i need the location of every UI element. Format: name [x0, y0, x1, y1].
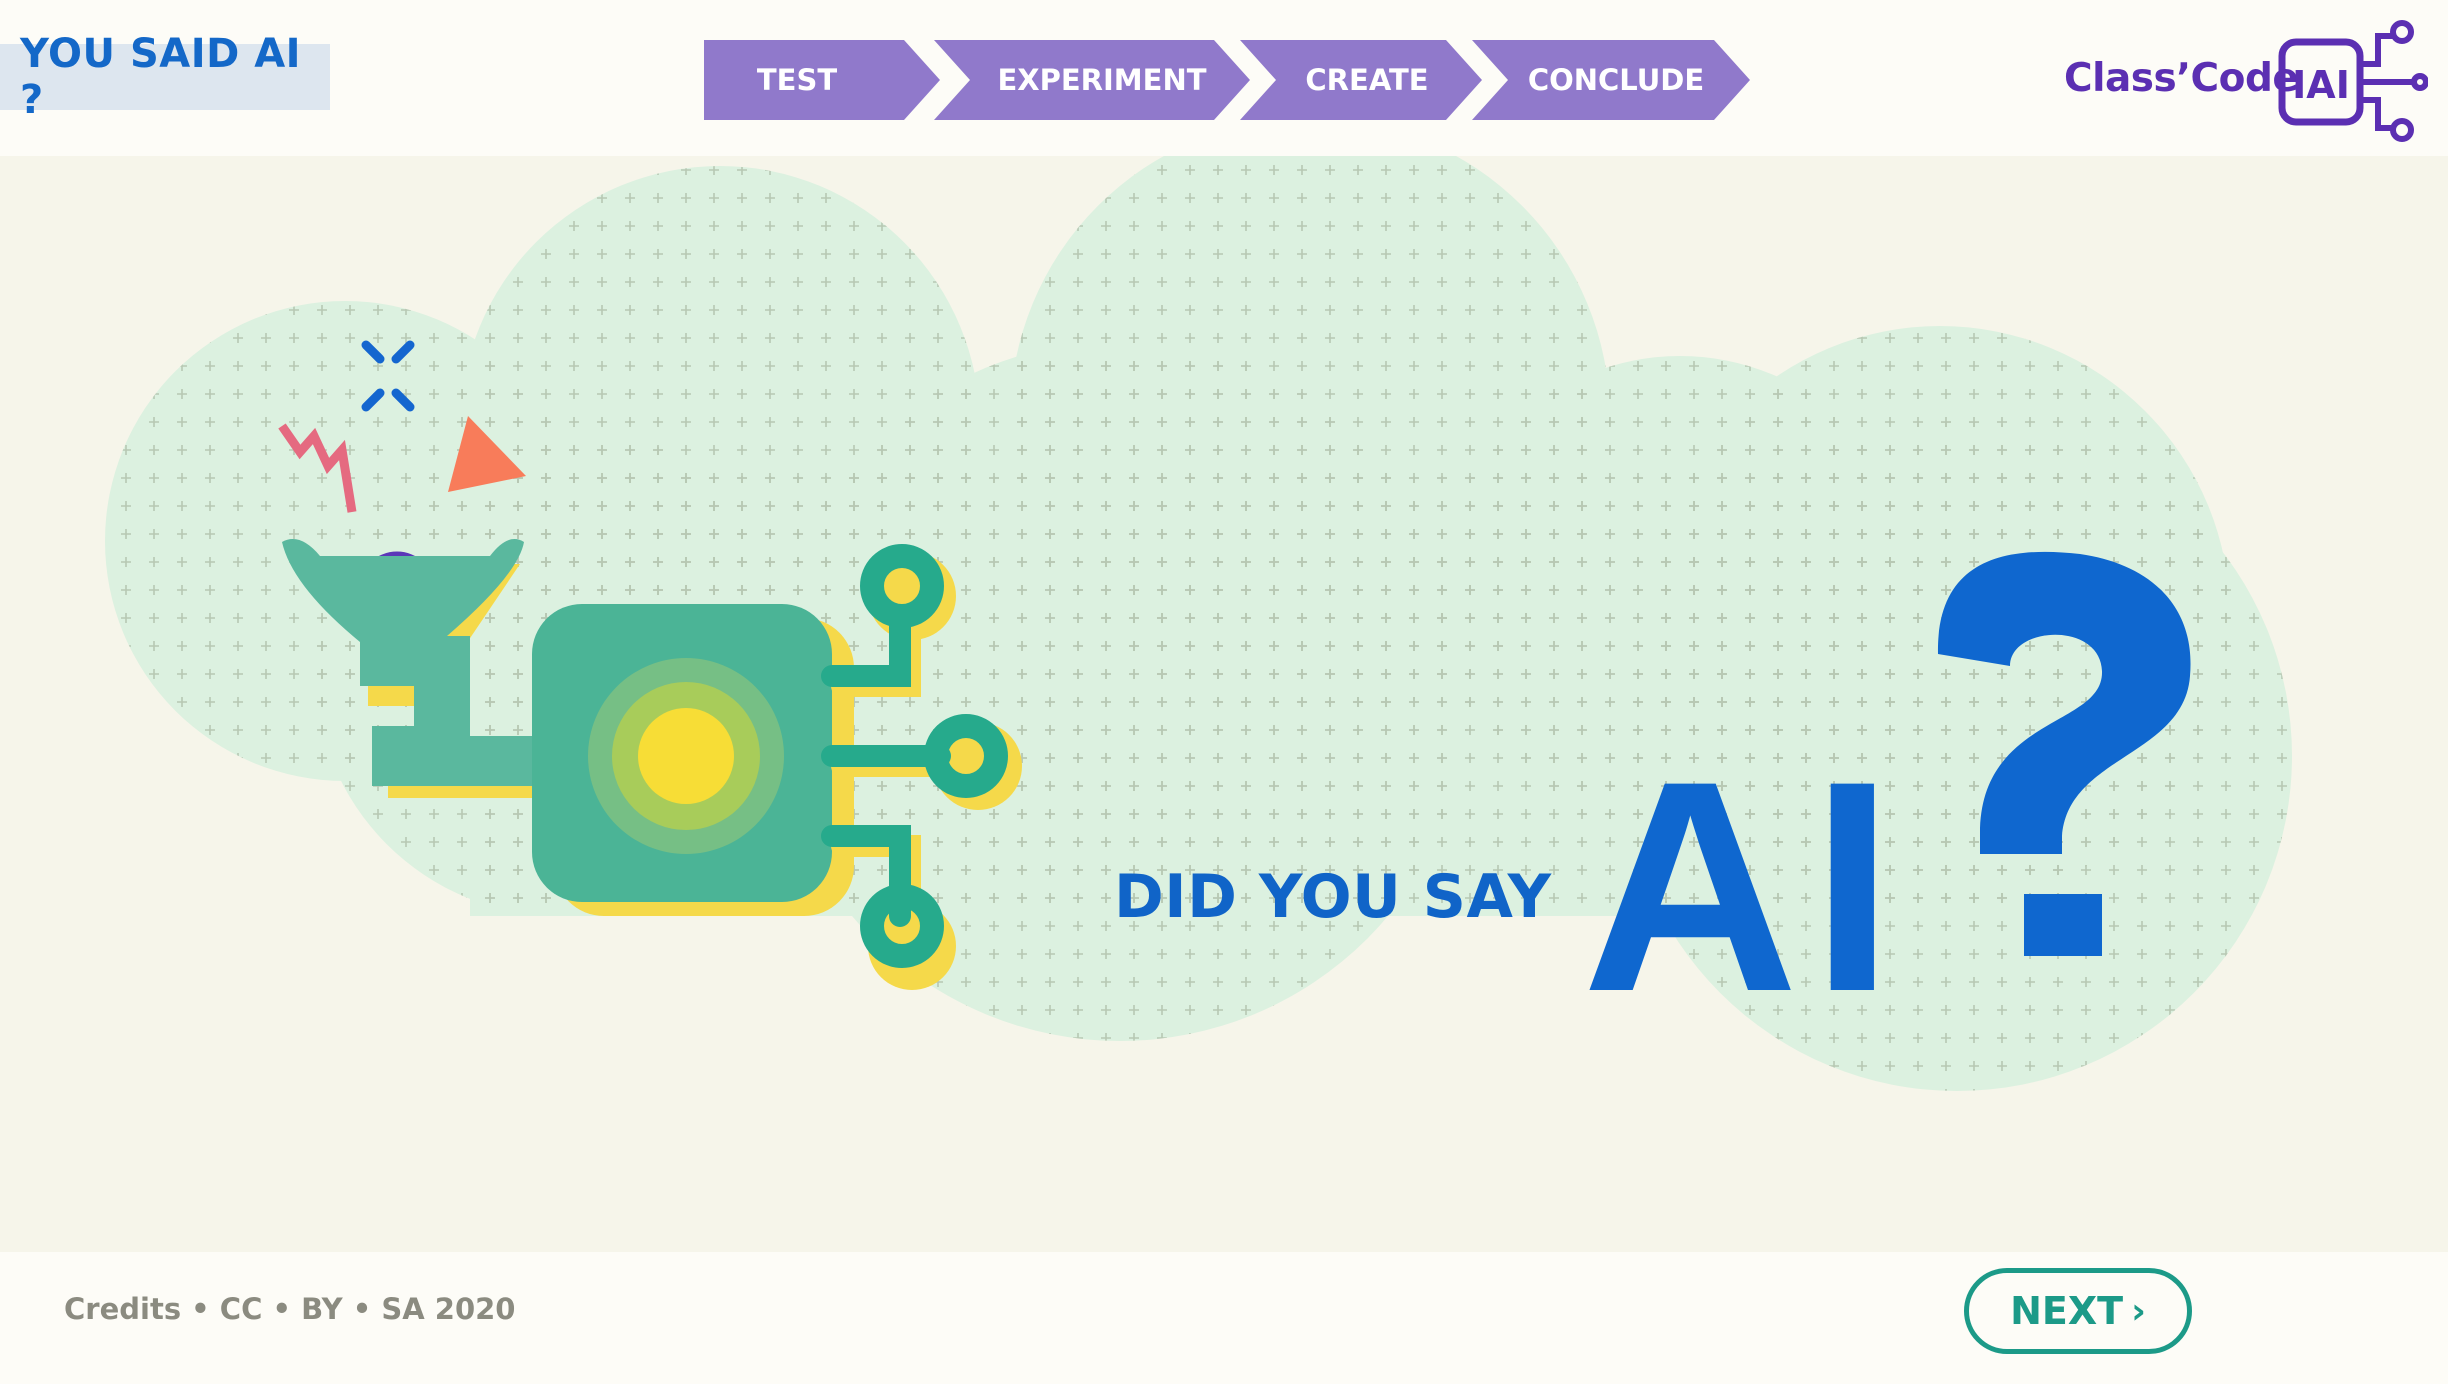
- next-button-label: NEXT: [2010, 1289, 2124, 1333]
- step-create-label: CREATE: [1305, 63, 1429, 97]
- footer: Credits • CC • BY • SA 2020 NEXT ›: [0, 1252, 2448, 1384]
- ai-headline: AI: [1582, 718, 1906, 1054]
- page-title-badge: YOU SAID AI ?: [0, 31, 330, 123]
- step-test-label: TEST: [756, 63, 838, 97]
- step-conclude-label: CONCLUDE: [1527, 63, 1705, 97]
- step-conclude[interactable]: CONCLUDE: [1472, 40, 1750, 120]
- step-experiment-label: EXPERIMENT: [997, 63, 1207, 97]
- step-test[interactable]: TEST: [704, 40, 940, 120]
- next-button[interactable]: NEXT ›: [1964, 1268, 2192, 1354]
- cloud-illustration: [105, 156, 2292, 1091]
- header: YOU SAID AI ? TEST EXPERIMENT CREATE CON…: [0, 0, 2448, 156]
- logo-text: Class’Code: [2064, 56, 2299, 101]
- step-experiment[interactable]: EXPERIMENT: [934, 40, 1250, 120]
- page-title: YOU SAID AI ?: [20, 31, 302, 123]
- main-content: DID YOU SAY AI: [0, 156, 2448, 1252]
- logo-mark-text: IAI: [2292, 63, 2350, 107]
- logo-mark-icon: IAI: [2278, 20, 2428, 142]
- step-create[interactable]: CREATE: [1240, 40, 1482, 120]
- credits-link[interactable]: Credits • CC • BY • SA 2020: [64, 1292, 515, 1326]
- did-you-say-text: DID YOU SAY: [1114, 862, 1552, 932]
- classcode-logo[interactable]: Class’Code IAI: [2060, 18, 2432, 148]
- ai-robot-illustration: [282, 539, 1022, 990]
- chevron-right-icon: ›: [2131, 1290, 2146, 1332]
